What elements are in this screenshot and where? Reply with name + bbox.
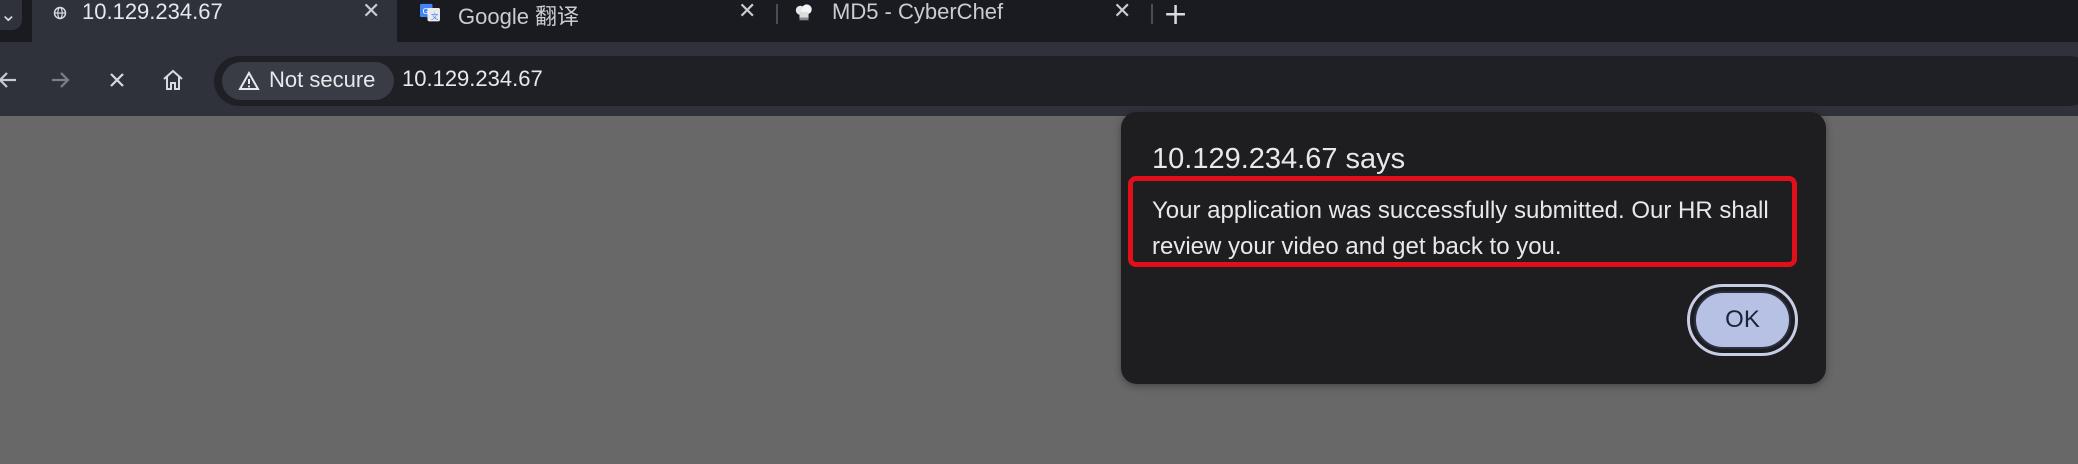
security-chip[interactable]: Not secure <box>222 62 394 100</box>
tab-close-icon[interactable]: ✕ <box>738 0 756 24</box>
ok-button[interactable]: OK <box>1694 291 1791 349</box>
tab-divider <box>776 4 778 24</box>
google-translate-icon: G 文 <box>420 3 440 23</box>
home-icon <box>163 69 183 90</box>
warning-icon <box>238 70 260 95</box>
tab-strip: ⌄ 10.129.234.67 ✕ G 文 Google 翻译 ✕ MD5 - … <box>0 0 2078 42</box>
chef-hat-icon <box>794 3 814 23</box>
tab-title: MD5 - CyberChef <box>832 0 1004 24</box>
tab-cyberchef[interactable]: MD5 - CyberChef ✕ <box>780 0 1150 42</box>
home-button[interactable] <box>153 62 193 98</box>
forward-arrow-icon <box>52 72 70 88</box>
tab-title: 10.129.234.67 <box>82 0 223 24</box>
browser-window: ⌄ 10.129.234.67 ✕ G 文 Google 翻译 ✕ MD5 - … <box>0 0 2078 464</box>
forward-button[interactable] <box>40 62 80 98</box>
tab-google-translate[interactable]: G 文 Google 翻译 ✕ <box>404 0 774 42</box>
tab-close-icon[interactable]: ✕ <box>362 0 380 24</box>
tab-divider <box>1151 4 1153 24</box>
tab-active[interactable]: 10.129.234.67 ✕ <box>32 0 397 42</box>
svg-text:文: 文 <box>431 11 439 21</box>
close-icon <box>110 73 124 87</box>
back-arrow-icon <box>0 72 16 88</box>
tab-close-icon[interactable]: ✕ <box>1113 0 1131 24</box>
globe-icon <box>50 3 70 23</box>
toolbar: Not secure 10.129.234.67 <box>0 42 2078 116</box>
address-bar[interactable]: Not secure 10.129.234.67 <box>214 56 2078 106</box>
svg-text:G: G <box>423 6 429 16</box>
alert-dialog: 10.129.234.67 says Your application was … <box>1121 112 1826 384</box>
back-button[interactable] <box>0 62 28 98</box>
url-text[interactable]: 10.129.234.67 <box>402 66 543 92</box>
security-label: Not secure <box>269 67 376 92</box>
dialog-title: 10.129.234.67 says <box>1152 143 1406 175</box>
stop-loading-button[interactable] <box>97 62 137 98</box>
chevron-icon: ⌄ <box>0 2 17 26</box>
tab-title: Google 翻译 <box>458 4 580 29</box>
new-tab-button[interactable]: + <box>1163 0 1188 32</box>
tab-search-button[interactable]: ⌄ <box>0 0 22 30</box>
dialog-message: Your application was successfully submit… <box>1152 197 1769 260</box>
